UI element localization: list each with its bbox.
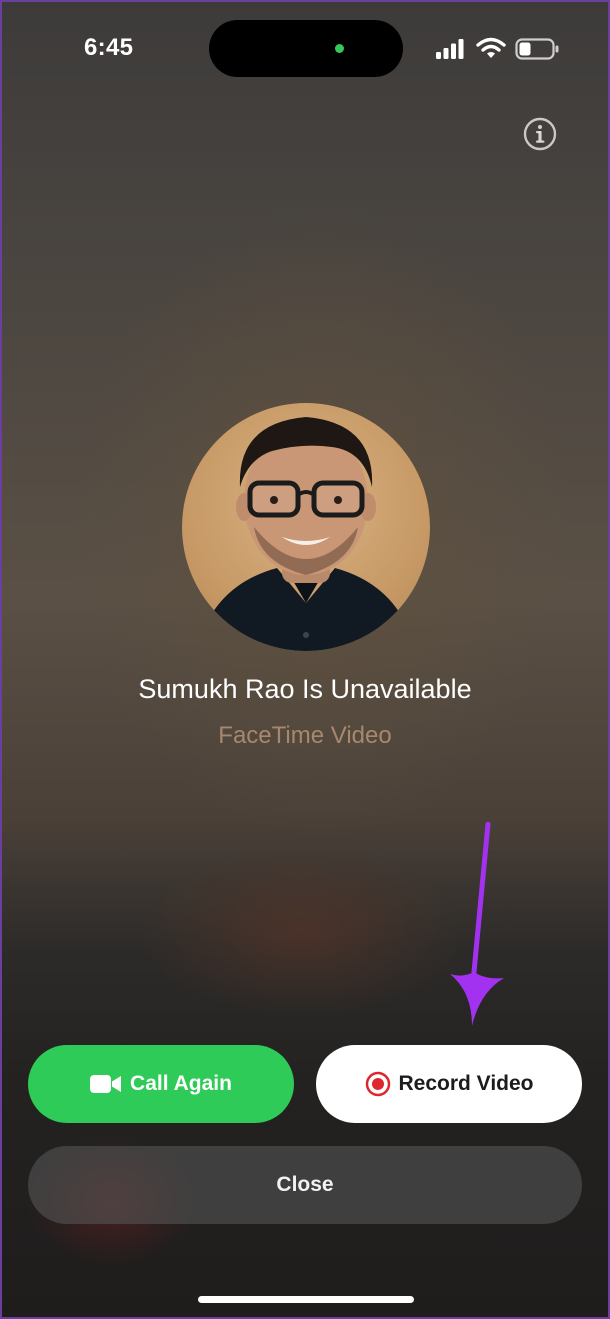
unavailable-message: Sumukh Rao Is Unavailable bbox=[138, 674, 472, 704]
camera-in-use-indicator bbox=[335, 44, 344, 53]
status-time: 6:45 bbox=[84, 34, 134, 61]
contact-avatar bbox=[182, 403, 430, 651]
battery-icon bbox=[515, 38, 559, 60]
contact-photo bbox=[202, 417, 410, 651]
call-again-button[interactable]: Call Again bbox=[28, 1045, 294, 1123]
home-indicator[interactable] bbox=[198, 1296, 414, 1303]
cellular-signal-icon bbox=[436, 39, 464, 59]
wifi-icon bbox=[476, 37, 506, 58]
info-icon[interactable] bbox=[523, 117, 557, 151]
call-type-label: FaceTime Video bbox=[218, 722, 392, 749]
video-camera-icon bbox=[90, 1074, 122, 1094]
record-icon bbox=[365, 1071, 391, 1097]
close-button[interactable]: Close bbox=[28, 1146, 582, 1224]
facetime-unavailable-screen: 6:45 Sumukh Rao Is Unavailable FaceTime … bbox=[2, 2, 608, 1317]
record-video-label: Record Video bbox=[398, 1072, 534, 1095]
dynamic-island bbox=[209, 20, 403, 77]
close-label: Close bbox=[276, 1173, 334, 1196]
annotation-arrow-icon bbox=[450, 822, 504, 1026]
record-video-button[interactable]: Record Video bbox=[316, 1045, 582, 1123]
call-again-label: Call Again bbox=[130, 1072, 232, 1095]
